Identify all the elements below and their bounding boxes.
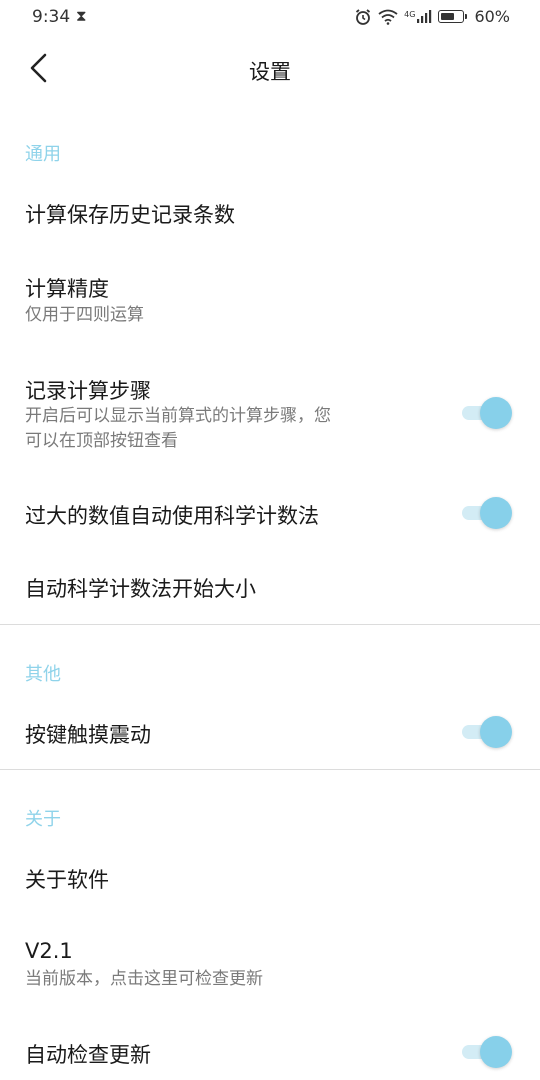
status-bar: 9:34 ⧗ 4G 60% [0, 0, 540, 36]
toggle-thumb [480, 397, 512, 429]
status-time: 9:34 [32, 7, 71, 27]
haptic-toggle[interactable] [462, 716, 512, 748]
toggle-thumb [480, 716, 512, 748]
app-bar: 设置 [0, 36, 540, 104]
toggle-thumb [480, 497, 512, 529]
battery-icon [438, 10, 468, 23]
setting-record-steps-subtitle-line2: 可以在顶部按钮查看 [25, 431, 178, 451]
section-divider [0, 769, 540, 770]
setting-auto-update-title: 自动检查更新 [25, 1043, 151, 1067]
hourglass-icon: ⧗ [76, 7, 87, 25]
setting-record-steps-subtitle-line1: 开启后可以显示当前算式的计算步骤，您 [25, 406, 331, 426]
setting-precision-title: 计算精度 [25, 277, 109, 301]
cellular-signal-icon: 4G [404, 9, 432, 24]
auto-update-toggle[interactable] [462, 1036, 512, 1068]
setting-record-steps-title: 记录计算步骤 [25, 379, 151, 403]
section-divider [0, 624, 540, 625]
section-header-about: 关于 [25, 809, 61, 830]
setting-scientific-threshold[interactable]: 自动科学计数法开始大小 [25, 573, 256, 603]
setting-auto-scientific-title: 过大的数值自动使用科学计数法 [25, 504, 319, 528]
setting-version-title: V2.1 [25, 939, 73, 963]
page-title: 设置 [249, 60, 291, 84]
setting-history-count[interactable]: 计算保存历史记录条数 [25, 199, 235, 229]
setting-haptic-title: 按键触摸震动 [25, 723, 151, 747]
record-steps-toggle[interactable] [462, 397, 512, 429]
setting-about-app[interactable]: 关于软件 [25, 864, 109, 894]
alarm-icon [354, 8, 372, 26]
auto-scientific-toggle[interactable] [462, 497, 512, 529]
status-icons: 4G 60% [354, 7, 510, 26]
battery-percent: 60% [474, 7, 510, 26]
setting-precision-subtitle: 仅用于四则运算 [25, 305, 144, 325]
wifi-icon [378, 9, 398, 25]
toggle-thumb [480, 1036, 512, 1068]
setting-version-subtitle: 当前版本，点击这里可检查更新 [25, 969, 263, 989]
section-header-other: 其他 [25, 664, 61, 685]
section-header-general: 通用 [25, 144, 61, 165]
network-type: 4G [404, 9, 416, 19]
